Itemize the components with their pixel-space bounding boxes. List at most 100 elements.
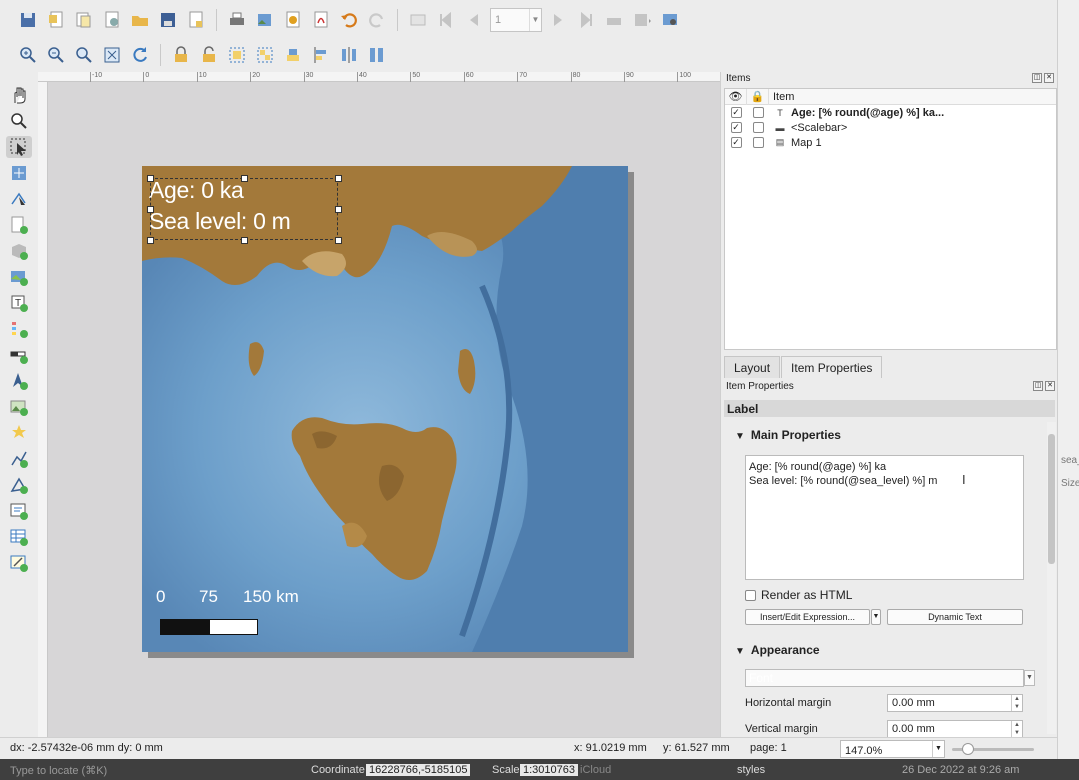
print-icon[interactable]: [225, 8, 249, 32]
resize-handle[interactable]: [335, 237, 342, 244]
add-3d-map-icon[interactable]: [6, 240, 32, 262]
add-marker-icon[interactable]: [6, 422, 32, 444]
list-item[interactable]: ✓ ▬ <Scalebar>: [725, 120, 1056, 135]
previous-feature-icon[interactable]: [462, 8, 486, 32]
font-button[interactable]: Font ▼: [745, 669, 1035, 687]
new-layout-icon[interactable]: [44, 8, 68, 32]
align-left-icon[interactable]: [309, 43, 333, 67]
coordinate-value[interactable]: 16228766,-5185105: [366, 764, 471, 776]
insert-expression-dropdown[interactable]: ▼: [871, 609, 881, 625]
scalebar[interactable]: [160, 619, 258, 635]
add-fixed-table-icon[interactable]: [6, 552, 32, 574]
layout-canvas[interactable]: Age: 0 ka Sea level: 0 m 0 75 150 km: [48, 82, 720, 737]
visibility-checkbox[interactable]: ✓: [730, 107, 742, 118]
collapse-triangle-icon[interactable]: ▼: [735, 431, 745, 442]
properties-scrollbar[interactable]: [1047, 422, 1056, 734]
chevron-down-icon[interactable]: ▼: [529, 8, 541, 31]
raise-items-icon[interactable]: [281, 43, 305, 67]
zoom-out-icon[interactable]: [44, 43, 68, 67]
scale-value[interactable]: 1:3010763: [520, 764, 578, 776]
lock-checkbox[interactable]: [752, 107, 764, 118]
zoom-tool-icon[interactable]: [6, 110, 32, 132]
resize-handle[interactable]: [335, 175, 342, 182]
zoom-in-icon[interactable]: [16, 43, 40, 67]
visibility-checkbox[interactable]: ✓: [730, 137, 742, 148]
add-north-arrow-icon[interactable]: [6, 370, 32, 392]
map-item[interactable]: Age: 0 ka Sea level: 0 m 0 75 150 km: [142, 166, 628, 652]
layout-manager-icon[interactable]: [100, 8, 124, 32]
main-properties-section[interactable]: ▼ Main Properties: [735, 428, 841, 442]
atlas-page-input[interactable]: 1 ▼: [490, 7, 542, 32]
atlas-preview-icon[interactable]: [406, 8, 430, 32]
resize-handle[interactable]: [335, 206, 342, 213]
export-svg-icon[interactable]: [281, 8, 305, 32]
first-feature-icon[interactable]: [434, 8, 458, 32]
open-folder-icon[interactable]: [128, 8, 152, 32]
export-pdf-icon[interactable]: [309, 8, 333, 32]
export-atlas-icon[interactable]: [630, 8, 654, 32]
group-items-icon[interactable]: [225, 43, 249, 67]
add-legend-icon[interactable]: [6, 318, 32, 340]
chevron-down-icon[interactable]: ▼: [932, 741, 944, 757]
resize-handle[interactable]: [241, 175, 248, 182]
lock-items-icon[interactable]: [169, 43, 193, 67]
tab-item-properties[interactable]: Item Properties: [781, 356, 883, 378]
move-content-icon[interactable]: [6, 162, 32, 184]
visibility-column-icon[interactable]: 👁: [725, 88, 747, 105]
resize-handle[interactable]: [147, 175, 154, 182]
visibility-checkbox[interactable]: ✓: [730, 122, 742, 133]
add-map-icon[interactable]: [6, 266, 32, 288]
add-picture-icon[interactable]: [6, 396, 32, 418]
collapse-triangle-icon[interactable]: ▼: [735, 646, 745, 657]
render-html-checkbox[interactable]: [745, 589, 756, 601]
add-page-icon[interactable]: [6, 214, 32, 236]
pan-icon[interactable]: [6, 84, 32, 106]
export-image-icon[interactable]: [253, 8, 277, 32]
duplicate-layout-icon[interactable]: [72, 8, 96, 32]
hmargin-spinbox[interactable]: 0.00 mm ▲ ▼: [887, 694, 1023, 712]
float-icon[interactable]: ◫: [1033, 381, 1043, 391]
add-node-icon[interactable]: [6, 474, 32, 496]
print-atlas-icon[interactable]: [602, 8, 626, 32]
float-icon[interactable]: ◫: [1032, 73, 1042, 83]
resize-handle[interactable]: [241, 237, 248, 244]
next-feature-icon[interactable]: [546, 8, 570, 32]
list-item[interactable]: ✓ ▤ Map 1: [725, 135, 1056, 150]
lock-checkbox[interactable]: [752, 122, 764, 133]
appearance-section[interactable]: ▼ Appearance: [735, 643, 820, 657]
list-item[interactable]: ✓ T Age: [% round(@age) %] ka...: [725, 105, 1056, 120]
font-dropdown[interactable]: ▼: [1024, 670, 1035, 686]
tab-layout[interactable]: Layout: [724, 356, 781, 378]
zoom-combobox[interactable]: 147.0% ▼: [840, 740, 945, 758]
zoom-slider[interactable]: [952, 743, 1034, 755]
undo-icon[interactable]: [337, 8, 361, 32]
dynamic-text-button[interactable]: Dynamic Text: [887, 609, 1023, 625]
close-icon[interactable]: ✕: [1045, 381, 1055, 391]
refresh-icon[interactable]: [128, 43, 152, 67]
edit-nodes-icon[interactable]: [6, 188, 32, 210]
atlas-settings-icon[interactable]: [658, 8, 682, 32]
close-icon[interactable]: ✕: [1044, 73, 1054, 83]
add-polyline-icon[interactable]: [6, 448, 32, 470]
locate-field[interactable]: Type to locate (⌘K): [10, 764, 107, 777]
zoom-full-icon[interactable]: [100, 43, 124, 67]
lock-column-icon[interactable]: 🔒: [747, 88, 769, 105]
lock-checkbox[interactable]: [752, 137, 764, 148]
distribute-icon[interactable]: [337, 43, 361, 67]
selection-box[interactable]: [147, 175, 342, 244]
render-html-option[interactable]: Render as HTML: [745, 588, 852, 602]
save-icon[interactable]: [16, 8, 40, 32]
add-html-icon[interactable]: [6, 500, 32, 522]
zoom-actual-icon[interactable]: [72, 43, 96, 67]
label-text-editor[interactable]: Age: [% round(@age) %] ka Sea level: [% …: [745, 455, 1024, 580]
unlock-items-icon[interactable]: [197, 43, 221, 67]
ungroup-items-icon[interactable]: [253, 43, 277, 67]
add-scalebar-icon[interactable]: [6, 344, 32, 366]
new-page-icon[interactable]: [184, 8, 208, 32]
resize-handle[interactable]: [147, 206, 154, 213]
add-table-icon[interactable]: [6, 526, 32, 548]
select-move-icon[interactable]: [6, 136, 32, 158]
last-feature-icon[interactable]: [574, 8, 598, 32]
add-label-icon[interactable]: T: [6, 292, 32, 314]
vmargin-spinbox[interactable]: 0.00 mm ▲ ▼: [887, 720, 1023, 738]
